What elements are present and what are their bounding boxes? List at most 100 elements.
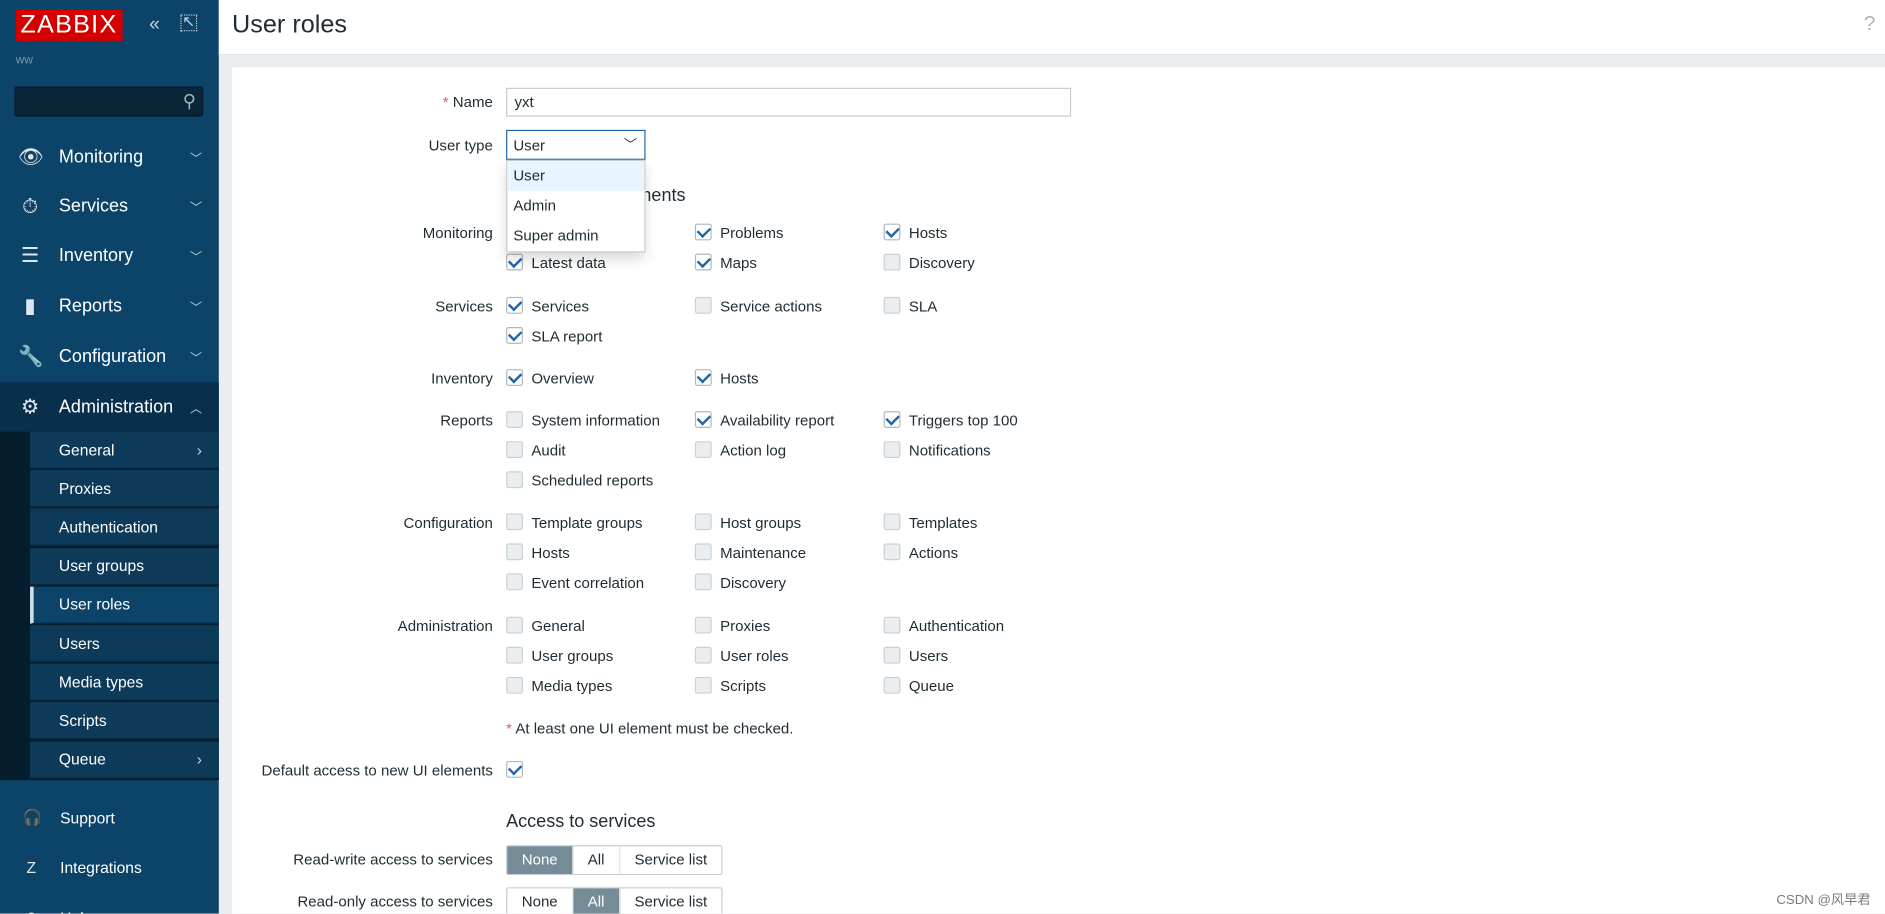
checkbox-label-system-information[interactable]: System information (531, 412, 660, 429)
option-service-list[interactable]: Service list (620, 888, 722, 913)
checkbox-discovery[interactable] (694, 573, 712, 591)
checkbox-label-queue[interactable]: Queue (909, 678, 954, 695)
checkbox-label-scripts[interactable]: Scripts (720, 678, 766, 695)
checkbox-label-hosts[interactable]: Hosts (720, 370, 758, 387)
checkbox-label-user-roles[interactable]: User roles (720, 648, 788, 665)
group-label-administration: Administration (397, 617, 493, 635)
user-type-label: User type (428, 137, 493, 154)
checkbox-templates[interactable] (883, 513, 901, 531)
user-type-dropdown[interactable]: User Admin Super admin (506, 159, 646, 253)
read-write-label: Read-write access to services (293, 851, 493, 868)
checkbox-label-audit[interactable]: Audit (531, 442, 565, 459)
checkbox-label-action-log[interactable]: Action log (720, 442, 786, 459)
checkbox-services[interactable] (506, 296, 523, 314)
checkbox-latest-data[interactable] (506, 253, 523, 271)
option-all[interactable]: All (573, 888, 621, 914)
option-all[interactable]: All (573, 846, 621, 874)
checkbox-proxies[interactable] (694, 616, 712, 634)
checkbox-label-sla-report[interactable]: SLA report (531, 328, 602, 345)
checkbox-actions[interactable] (883, 543, 901, 561)
default-access-checkbox[interactable] (506, 760, 523, 778)
checkbox-service-actions[interactable] (694, 296, 712, 314)
checkbox-sla-report[interactable] (506, 326, 523, 344)
chevron-down-icon: ﹀ (623, 138, 638, 153)
checkbox-label-availability-report[interactable]: Availability report (720, 412, 834, 429)
checkbox-label-user-groups[interactable]: User groups (531, 648, 613, 665)
checkbox-label-maps[interactable]: Maps (720, 255, 757, 272)
checkbox-authentication[interactable] (883, 616, 901, 634)
name-label-text: Name (452, 93, 493, 111)
checkbox-label-scheduled-reports[interactable]: Scheduled reports (531, 472, 653, 489)
checkbox-label-overview[interactable]: Overview (531, 370, 594, 387)
user-type-select[interactable]: User ﹀ (506, 129, 646, 160)
group-label-reports: Reports (440, 412, 493, 430)
checkbox-hosts[interactable] (506, 543, 523, 561)
checkbox-label-services[interactable]: Services (531, 298, 589, 315)
checkbox-scheduled-reports[interactable] (506, 471, 523, 489)
checkbox-label-discovery[interactable]: Discovery (909, 255, 975, 272)
required-note: * At least one UI element must be checke… (506, 720, 794, 737)
checkbox-label-service-actions[interactable]: Service actions (720, 298, 822, 315)
checkbox-label-maintenance[interactable]: Maintenance (720, 545, 806, 562)
user-type-value: User (513, 137, 546, 154)
checkbox-label-general[interactable]: General (531, 618, 584, 635)
checkbox-audit[interactable] (506, 441, 523, 459)
option-none[interactable]: None (507, 846, 574, 874)
checkbox-triggers-top-100[interactable] (883, 411, 901, 428)
option-none[interactable]: None (507, 888, 574, 914)
checkbox-label-host-groups[interactable]: Host groups (720, 515, 801, 532)
name-label: * Name (442, 93, 493, 111)
option-admin[interactable]: Admin (507, 191, 644, 221)
checkbox-discovery[interactable] (883, 253, 901, 271)
checkbox-system-information[interactable] (506, 411, 523, 428)
checkbox-label-notifications[interactable]: Notifications (909, 442, 991, 459)
checkbox-availability-report[interactable] (694, 411, 712, 428)
checkbox-users[interactable] (883, 646, 901, 664)
checkbox-template-groups[interactable] (506, 513, 523, 531)
checkbox-user-roles[interactable] (694, 646, 712, 664)
checkbox-queue[interactable] (883, 676, 901, 694)
read-only-segmented[interactable]: None All Service list (506, 887, 723, 914)
checkbox-overview[interactable] (506, 369, 523, 386)
checkbox-notifications[interactable] (883, 441, 901, 459)
checkbox-problems[interactable] (694, 223, 712, 241)
checkbox-action-log[interactable] (694, 441, 712, 459)
checkbox-sla[interactable] (883, 296, 901, 314)
checkbox-label-proxies[interactable]: Proxies (720, 618, 770, 635)
checkbox-label-latest-data[interactable]: Latest data (531, 255, 605, 272)
checkbox-hosts[interactable] (883, 223, 901, 241)
checkbox-maps[interactable] (694, 253, 712, 271)
group-label-inventory: Inventory (431, 370, 493, 388)
name-input[interactable]: yxt (506, 87, 1072, 117)
checkbox-general[interactable] (506, 616, 523, 634)
checkbox-user-groups[interactable] (506, 646, 523, 664)
watermark: CSDN @风早君 (1776, 893, 1871, 908)
checkbox-label-event-correlation[interactable]: Event correlation (531, 575, 644, 592)
checkbox-hosts[interactable] (694, 369, 712, 386)
checkbox-maintenance[interactable] (694, 543, 712, 561)
checkbox-label-users[interactable]: Users (909, 648, 948, 665)
checkbox-host-groups[interactable] (694, 513, 712, 531)
checkbox-media-types[interactable] (506, 676, 523, 694)
checkbox-label-templates[interactable]: Templates (909, 515, 978, 532)
group-label-monitoring: Monitoring (422, 224, 493, 242)
checkbox-label-discovery[interactable]: Discovery (720, 575, 786, 592)
option-service-list[interactable]: Service list (620, 846, 722, 874)
services-heading: Access to services (506, 811, 656, 832)
checkbox-label-actions[interactable]: Actions (909, 545, 958, 562)
checkbox-label-hosts[interactable]: Hosts (909, 225, 947, 242)
checkbox-label-authentication[interactable]: Authentication (909, 618, 1004, 635)
checkbox-event-correlation[interactable] (506, 573, 523, 591)
group-label-services: Services (435, 298, 493, 315)
option-super-admin[interactable]: Super admin (507, 221, 644, 251)
checkbox-label-template-groups[interactable]: Template groups (531, 515, 642, 532)
read-write-segmented[interactable]: None All Service list (506, 845, 723, 876)
checkbox-label-media-types[interactable]: Media types (531, 678, 612, 695)
option-user[interactable]: User (507, 161, 645, 192)
checkbox-label-sla[interactable]: SLA (909, 298, 937, 315)
default-access-label: Default access to new UI elements (261, 762, 493, 780)
checkbox-label-hosts[interactable]: Hosts (531, 545, 569, 562)
checkbox-label-triggers-top-100[interactable]: Triggers top 100 (909, 412, 1018, 429)
checkbox-label-problems[interactable]: Problems (720, 225, 783, 242)
checkbox-scripts[interactable] (694, 676, 712, 694)
